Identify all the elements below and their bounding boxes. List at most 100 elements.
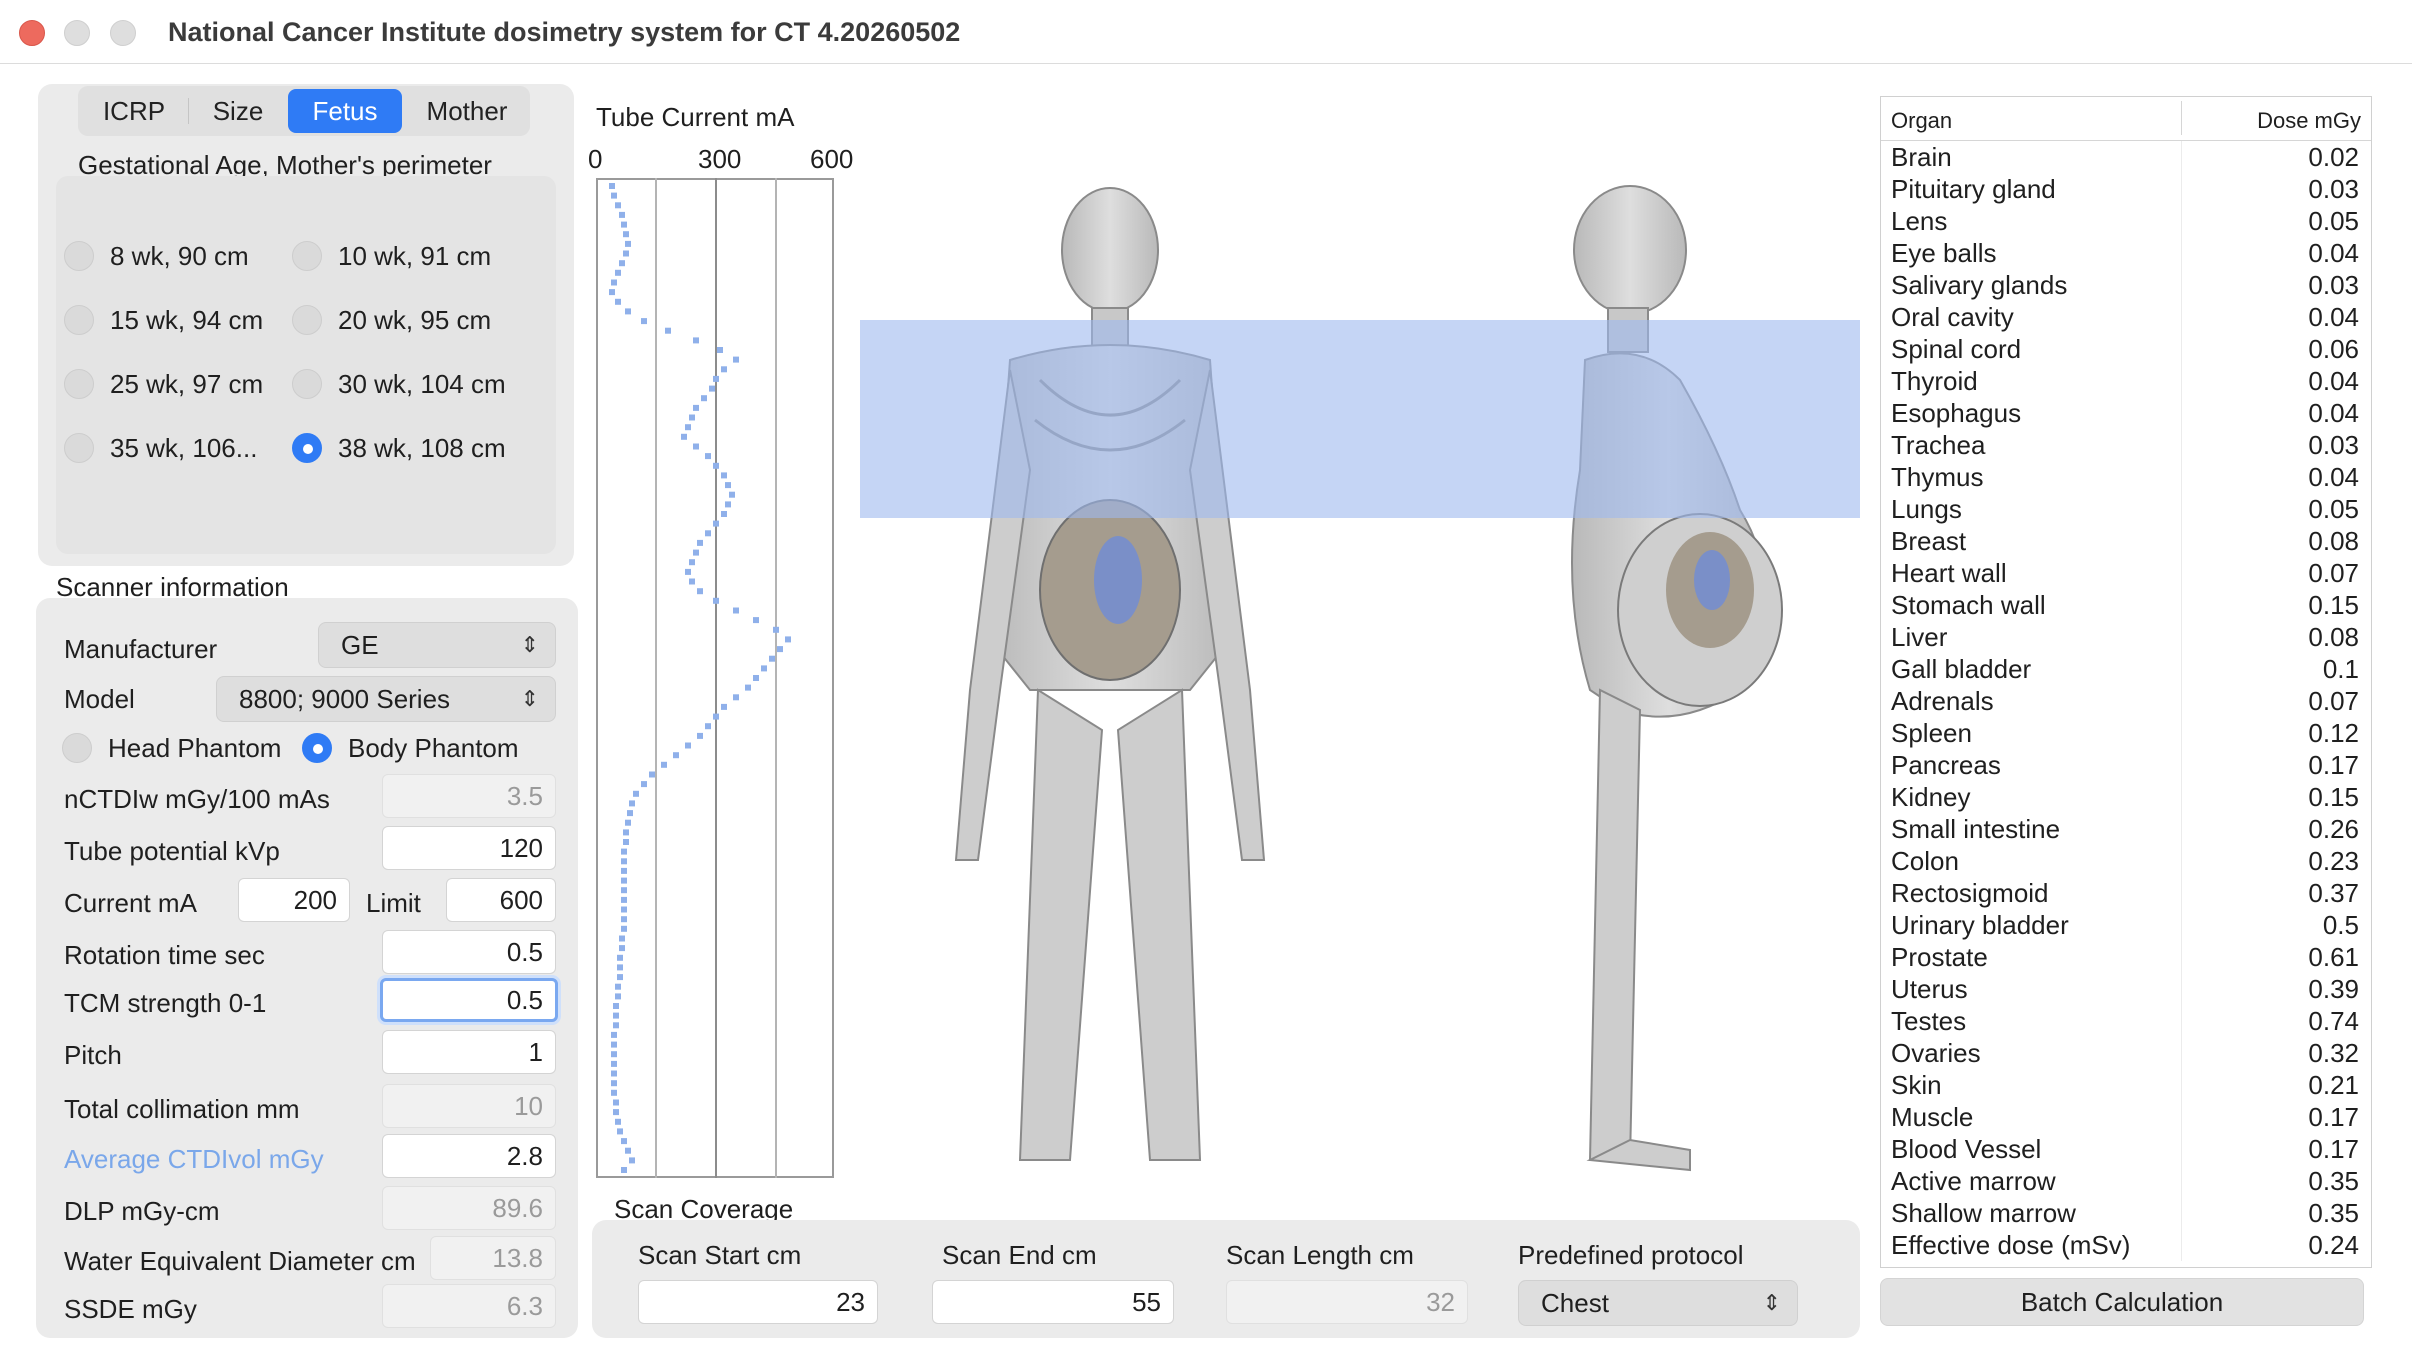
current-input[interactable]: 200 [238, 878, 350, 922]
radio-button[interactable] [292, 241, 322, 271]
table-row[interactable]: Gall bladder 0.1 [1881, 653, 2371, 685]
tube-current-point [619, 945, 625, 952]
manufacturer-select[interactable]: GE ⇕ [318, 622, 556, 668]
column-divider [2181, 173, 2182, 205]
rotation-input[interactable]: 0.5 [382, 930, 556, 974]
ctdivol-input[interactable]: 2.8 [382, 1134, 556, 1178]
table-row[interactable]: Blood Vessel 0.17 [1881, 1133, 2371, 1165]
protocol-select[interactable]: Chest ⇕ [1518, 1280, 1798, 1326]
scan-start-input[interactable]: 23 [638, 1280, 878, 1324]
table-row[interactable]: Pituitary gland 0.03 [1881, 173, 2371, 205]
kvp-input[interactable]: 120 [382, 826, 556, 870]
body-phantom-option[interactable]: Body Phantom [302, 730, 519, 766]
radio-button-selected[interactable] [292, 433, 322, 463]
tab-fetus[interactable]: Fetus [288, 89, 402, 133]
ga-option-20wk[interactable]: 20 wk, 95 cm [292, 302, 491, 338]
table-row[interactable]: Brain 0.02 [1881, 141, 2371, 173]
ga-option-38wk[interactable]: 38 wk, 108 cm [292, 430, 506, 466]
table-row[interactable]: Testes 0.74 [1881, 1005, 2371, 1037]
batch-calculation-button[interactable]: Batch Calculation [1880, 1278, 2364, 1326]
radio-button[interactable] [292, 305, 322, 335]
organ-dose: 0.26 [2308, 814, 2359, 844]
ga-option-30wk[interactable]: 30 wk, 104 cm [292, 366, 506, 402]
radio-button-selected[interactable] [302, 733, 332, 763]
table-row[interactable]: Urinary bladder 0.5 [1881, 909, 2371, 941]
close-window-button[interactable] [19, 20, 45, 46]
table-row[interactable]: Prostate 0.61 [1881, 941, 2371, 973]
zoom-window-button[interactable] [110, 20, 136, 46]
head-phantom-option[interactable]: Head Phantom [62, 730, 281, 766]
tube-current-point [685, 568, 691, 575]
column-header-organ[interactable]: Organ [1891, 108, 1952, 134]
table-row[interactable]: Shallow marrow 0.35 [1881, 1197, 2371, 1229]
table-row[interactable]: Adrenals 0.07 [1881, 685, 2371, 717]
ga-option-35wk[interactable]: 35 wk, 106... [64, 430, 257, 466]
column-header-dose[interactable]: Dose mGy [2257, 108, 2361, 134]
table-row[interactable]: Salivary glands 0.03 [1881, 269, 2371, 301]
scan-range-overlay[interactable] [860, 320, 1860, 518]
collimation-label: Total collimation mm [64, 1094, 300, 1124]
scan-end-input[interactable]: 55 [932, 1280, 1174, 1324]
ga-option-10wk[interactable]: 10 wk, 91 cm [292, 238, 491, 274]
tab-mother[interactable]: Mother [408, 89, 526, 133]
table-row[interactable]: Effective dose (mSv) 0.24 [1881, 1229, 2371, 1261]
radio-button[interactable] [64, 433, 94, 463]
column-divider [2181, 717, 2182, 749]
ga-option-15wk[interactable]: 15 wk, 94 cm [64, 302, 263, 338]
scan-end-label: Scan End cm [942, 1240, 1097, 1270]
organ-dose: 0.74 [2308, 1006, 2359, 1036]
radio-button[interactable] [64, 305, 94, 335]
column-divider [2181, 653, 2182, 685]
tcm-input[interactable]: 0.5 [380, 978, 558, 1022]
table-row[interactable]: Ovaries 0.32 [1881, 1037, 2371, 1069]
table-row[interactable]: Oral cavity 0.04 [1881, 301, 2371, 333]
tab-size[interactable]: Size [192, 89, 284, 133]
table-row[interactable]: Pancreas 0.17 [1881, 749, 2371, 781]
ga-option-8wk[interactable]: 8 wk, 90 cm [64, 238, 249, 274]
tube-current-point [769, 655, 775, 662]
table-row[interactable]: Active marrow 0.35 [1881, 1165, 2371, 1197]
organ-dose: 0.39 [2308, 974, 2359, 1004]
table-row[interactable]: Colon 0.23 [1881, 845, 2371, 877]
column-divider [2181, 205, 2182, 237]
organ-name: Shallow marrow [1891, 1198, 2076, 1228]
pitch-input[interactable]: 1 [382, 1030, 556, 1074]
radio-button[interactable] [64, 241, 94, 271]
model-select[interactable]: 8800; 9000 Series ⇕ [216, 676, 556, 722]
radio-button[interactable] [64, 369, 94, 399]
table-row[interactable]: Breast 0.08 [1881, 525, 2371, 557]
table-row[interactable]: Stomach wall 0.15 [1881, 589, 2371, 621]
table-row[interactable]: Lungs 0.05 [1881, 493, 2371, 525]
organ-name: Gall bladder [1891, 654, 2032, 684]
table-row[interactable]: Eye balls 0.04 [1881, 237, 2371, 269]
ga-option-25wk[interactable]: 25 wk, 97 cm [64, 366, 263, 402]
table-row[interactable]: Trachea 0.03 [1881, 429, 2371, 461]
scan-coverage-panel: Scan Start cm 23 Scan End cm 55 Scan Len… [592, 1220, 1860, 1338]
table-row[interactable]: Skin 0.21 [1881, 1069, 2371, 1101]
organ-dose: 0.12 [2308, 718, 2359, 748]
table-row[interactable]: Thyroid 0.04 [1881, 365, 2371, 397]
tube-current-point [713, 597, 719, 604]
table-row[interactable]: Muscle 0.17 [1881, 1101, 2371, 1133]
limit-input[interactable]: 600 [446, 878, 556, 922]
radio-button[interactable] [292, 369, 322, 399]
table-row[interactable]: Small intestine 0.26 [1881, 813, 2371, 845]
table-row[interactable]: Thymus 0.04 [1881, 461, 2371, 493]
table-row[interactable]: Lens 0.05 [1881, 205, 2371, 237]
radio-button[interactable] [62, 733, 92, 763]
table-row[interactable]: Esophagus 0.04 [1881, 397, 2371, 429]
table-row[interactable]: Rectosigmoid 0.37 [1881, 877, 2371, 909]
column-divider [2181, 941, 2182, 973]
ga-option-label: 15 wk, 94 cm [110, 304, 264, 335]
table-row[interactable]: Spleen 0.12 [1881, 717, 2371, 749]
table-row[interactable]: Heart wall 0.07 [1881, 557, 2371, 589]
table-row[interactable]: Kidney 0.15 [1881, 781, 2371, 813]
tube-current-point [685, 742, 691, 749]
tab-icrp[interactable]: ICRP [84, 89, 184, 133]
minimize-window-button[interactable] [64, 20, 90, 46]
table-row[interactable]: Spinal cord 0.06 [1881, 333, 2371, 365]
organ-name: Uterus [1891, 974, 1968, 1004]
tube-current-point [611, 1031, 617, 1038]
table-row[interactable]: Uterus 0.39 [1881, 973, 2371, 1005]
table-row[interactable]: Liver 0.08 [1881, 621, 2371, 653]
